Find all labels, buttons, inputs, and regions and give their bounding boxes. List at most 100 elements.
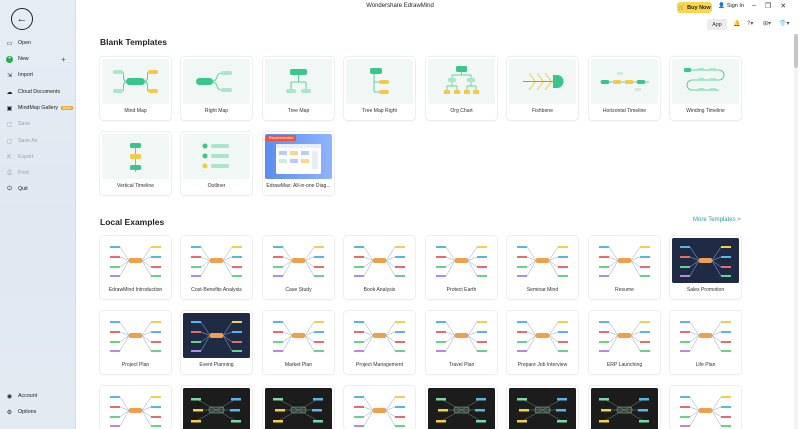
minimize-icon[interactable]: – xyxy=(752,2,756,10)
example-card-partial[interactable] xyxy=(181,386,252,429)
example-card-partial[interactable] xyxy=(670,386,741,429)
template-label: Vertical Timeline xyxy=(116,183,155,189)
example-card-partial[interactable] xyxy=(426,386,497,429)
recommended-badge: Recommended xyxy=(266,135,297,141)
example-thumbnail xyxy=(346,388,413,429)
template-card-right-map[interactable]: Right Map xyxy=(181,57,252,120)
template-card-winding-timeline[interactable]: Winding Timeline xyxy=(670,57,741,120)
example-card-erp-launching[interactable]: ERP Launching xyxy=(589,311,660,374)
shirt-icon[interactable]: 👕▾ xyxy=(779,20,789,27)
example-thumbnail xyxy=(509,313,576,358)
cloud-icon: ☁ xyxy=(6,89,13,96)
example-card-prepare-job-interview[interactable]: Prepare Job Interview xyxy=(507,311,578,374)
template-card-tree-map-right[interactable]: Tree Map Right xyxy=(344,57,415,120)
user-icon: 👤 xyxy=(718,3,725,9)
template-card-fishbone[interactable]: Fishbone xyxy=(507,57,578,120)
local-examples-title: Local Examples xyxy=(100,217,165,227)
template-thumbnail xyxy=(346,59,413,104)
beta-badge: Beta xyxy=(61,105,73,110)
example-thumbnail xyxy=(265,388,332,429)
sidebar-item-import[interactable]: ⇲ Import xyxy=(0,69,75,81)
template-card-outliner[interactable]: Outliner xyxy=(181,132,252,195)
example-label: Cost-Benefits Analysis xyxy=(191,287,242,293)
sidebar-item-save-as[interactable]: ▢ Save As xyxy=(0,135,75,147)
example-thumbnail xyxy=(346,238,413,283)
restore-icon[interactable]: ❐ xyxy=(765,2,771,10)
example-thumbnail xyxy=(265,238,332,283)
close-icon[interactable]: ✕ xyxy=(780,2,786,10)
example-card-partial[interactable] xyxy=(589,386,660,429)
cart-icon: 🛒 xyxy=(678,4,686,11)
example-card-partial[interactable] xyxy=(263,386,334,429)
blank-templates-title: Blank Templates xyxy=(100,37,167,47)
example-thumbnail xyxy=(591,238,658,283)
grid-icon[interactable]: ⊞▾ xyxy=(763,20,771,27)
sign-in-button[interactable]: 👤 Sign In xyxy=(718,3,744,9)
sidebar-item-new[interactable]: • New + xyxy=(0,53,75,65)
more-templates-link[interactable]: More Templates > xyxy=(693,217,741,223)
example-card-market-plan[interactable]: Market Plan xyxy=(263,311,334,374)
example-card-project-plan[interactable]: Project Plan xyxy=(100,311,171,374)
bell-icon[interactable]: 🔔 xyxy=(733,20,740,27)
example-card-protect-earth[interactable]: Protect Earth xyxy=(426,236,497,299)
sidebar-item-save[interactable]: ▢ Save xyxy=(0,118,75,130)
sidebar-item-export[interactable]: ⇱ Export xyxy=(0,151,75,163)
example-card-seminar-mind[interactable]: Seminar Mind xyxy=(507,236,578,299)
print-icon: ⎙ xyxy=(7,169,12,176)
example-thumbnail xyxy=(183,388,250,429)
template-card-vertical-timeline[interactable]: Vertical Timeline xyxy=(100,132,171,195)
template-thumbnail xyxy=(672,59,739,104)
sidebar-item-print[interactable]: ⎙ Print xyxy=(0,167,75,179)
example-card-project-management[interactable]: Project Management xyxy=(344,311,415,374)
example-label: Prepare Job Interview xyxy=(517,362,568,368)
sidebar: ← ▭ Open • New + ⇲ Import ☁ Cloud Docume… xyxy=(0,0,76,429)
import-icon: ⇲ xyxy=(6,72,13,79)
example-label: Market Plan xyxy=(284,362,313,368)
example-card-resume[interactable]: Resume xyxy=(589,236,660,299)
example-label: Life Plan xyxy=(695,362,716,368)
template-card-mind-map[interactable]: Mind Map xyxy=(100,57,171,120)
buy-now-button[interactable]: 🛒 Buy Now xyxy=(677,2,712,13)
folder-icon: ▭ xyxy=(6,40,13,47)
template-label: Tree Map xyxy=(287,108,310,114)
example-card-sales-promotion[interactable]: Sales Promotion xyxy=(670,236,741,299)
sidebar-item-mindmap-gallery[interactable]: ▣ MindMap Gallery Beta xyxy=(0,102,75,114)
sidebar-item-quit[interactable]: ⏻ Quit xyxy=(0,183,75,195)
plus-icon[interactable]: + xyxy=(61,55,66,64)
sidebar-item-cloud-documents[interactable]: ☁ Cloud Documents xyxy=(0,86,75,98)
scrollbar[interactable] xyxy=(794,34,798,429)
template-card-horizontal-timeline[interactable]: Horizontal Timeline xyxy=(589,57,660,120)
app-button[interactable]: App xyxy=(707,19,727,30)
example-card-cost-benefits-analysis[interactable]: Cost-Benefits Analysis xyxy=(181,236,252,299)
template-label: Right Map xyxy=(204,108,229,114)
back-button[interactable]: ← xyxy=(11,8,33,30)
template-card-tree-map[interactable]: Tree Map xyxy=(263,57,334,120)
example-card-edrawmind-introduction[interactable]: EdrawMind Introduction xyxy=(100,236,171,299)
example-card-book-analysis[interactable]: Book Analysis xyxy=(344,236,415,299)
example-card-case-study[interactable]: Case Study xyxy=(263,236,334,299)
template-card-edrawmax-all-in-one-diag[interactable]: Recommended EdrawMax: All-in-one Diag... xyxy=(263,132,334,195)
template-card-org-chart[interactable]: Org Chart xyxy=(426,57,497,120)
template-thumbnail xyxy=(509,59,576,104)
sidebar-item-open[interactable]: ▭ Open xyxy=(0,37,75,49)
sidebar-item-account[interactable]: ◉ Account xyxy=(0,390,75,402)
example-label: Case Study xyxy=(285,287,312,293)
example-thumbnail xyxy=(672,313,739,358)
example-card-life-plan[interactable]: Life Plan xyxy=(670,311,741,374)
example-thumbnail xyxy=(346,313,413,358)
example-label: Seminar Mind xyxy=(526,287,559,293)
save-as-icon: ▢ xyxy=(6,138,13,145)
example-card-partial[interactable] xyxy=(344,386,415,429)
template-thumbnail xyxy=(591,59,658,104)
sidebar-item-options[interactable]: ⚙ Options xyxy=(0,406,75,418)
scrollbar-thumb[interactable] xyxy=(794,34,798,68)
gallery-icon: ▣ xyxy=(6,105,13,112)
help-icon[interactable]: ?▾ xyxy=(747,20,753,27)
example-thumbnail xyxy=(509,388,576,429)
example-card-event-planning[interactable]: Event Planning xyxy=(181,311,252,374)
template-label: Tree Map Right xyxy=(362,108,397,114)
example-card-partial[interactable] xyxy=(507,386,578,429)
example-card-partial[interactable] xyxy=(100,386,171,429)
example-card-travel-plan[interactable]: Travel Plan xyxy=(426,311,497,374)
new-icon: • xyxy=(6,55,13,63)
